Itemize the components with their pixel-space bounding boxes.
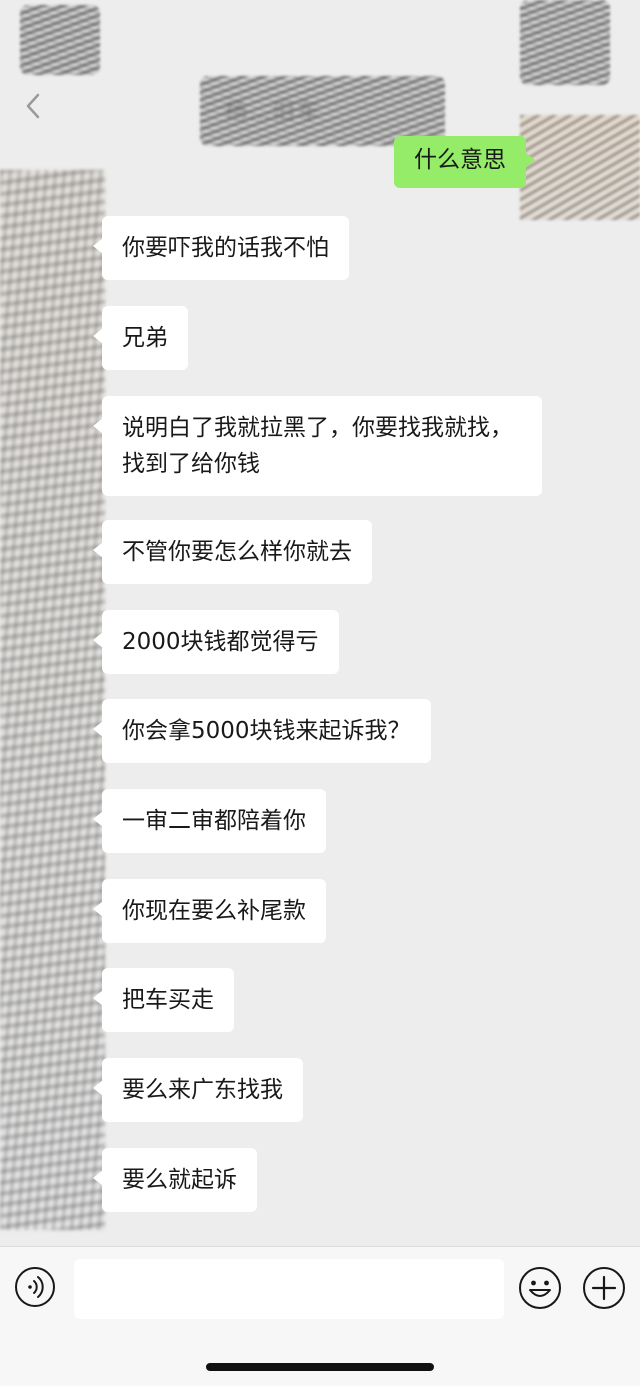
message-bubble-incoming[interactable]: 不管你要怎么样你就去 [93, 520, 372, 584]
message-text: 要么来广东找我 [122, 1077, 283, 1103]
message-bubble-incoming[interactable]: 你现在要么补尾款 [93, 879, 326, 943]
emoji-icon[interactable] [518, 1266, 562, 1310]
message-text: 你现在要么补尾款 [122, 898, 306, 924]
self-avatar-redacted[interactable] [520, 115, 640, 220]
message-bubble-incoming[interactable]: 你会拿5000块钱来起诉我？ [93, 699, 431, 763]
message-bubble-incoming[interactable]: 说明白了我就拉黑了，你要找我就找，找到了给你钱 [93, 396, 542, 496]
message-bubble-outgoing[interactable]: 什么意思 [394, 136, 535, 188]
message-bubble-incoming[interactable]: 把车买走 [93, 968, 234, 1032]
message-input[interactable] [74, 1259, 504, 1319]
message-bubble-incoming[interactable]: 一审二审都陪着你 [93, 789, 326, 853]
message-bubble-incoming[interactable]: 要么来广东找我 [93, 1058, 303, 1122]
message-bubble-incoming[interactable]: 要么就起诉 [93, 1148, 257, 1212]
home-indicator[interactable] [206, 1363, 434, 1371]
message-text: 你会拿5000块钱来起诉我？ [122, 718, 411, 744]
message-text: 不管你要怎么样你就去 [122, 539, 352, 565]
message-text: 说明白了我就拉黑了，你要找我就找，找到了给你钱 [122, 415, 513, 477]
chevron-left-icon[interactable] [24, 92, 42, 120]
message-text: 兄弟 [122, 325, 168, 351]
chat-title: 杨…旧车 [225, 100, 322, 125]
message-text: 你要吓我的话我不怕 [122, 235, 329, 261]
plus-icon[interactable] [582, 1266, 626, 1310]
contact-avatar-redacted[interactable] [0, 170, 105, 1230]
message-text: 什么意思 [414, 147, 506, 173]
voice-icon[interactable] [14, 1266, 56, 1308]
message-bubble-incoming[interactable]: 你要吓我的话我不怕 [93, 216, 349, 280]
message-bubble-incoming[interactable]: 兄弟 [93, 306, 188, 370]
message-text: 要么就起诉 [122, 1167, 237, 1193]
message-text: 把车买走 [122, 987, 214, 1013]
message-bubble-incoming[interactable]: 2000块钱都觉得亏 [93, 610, 339, 674]
message-text: 一审二审都陪着你 [122, 808, 306, 834]
message-text: 2000块钱都觉得亏 [122, 629, 319, 655]
